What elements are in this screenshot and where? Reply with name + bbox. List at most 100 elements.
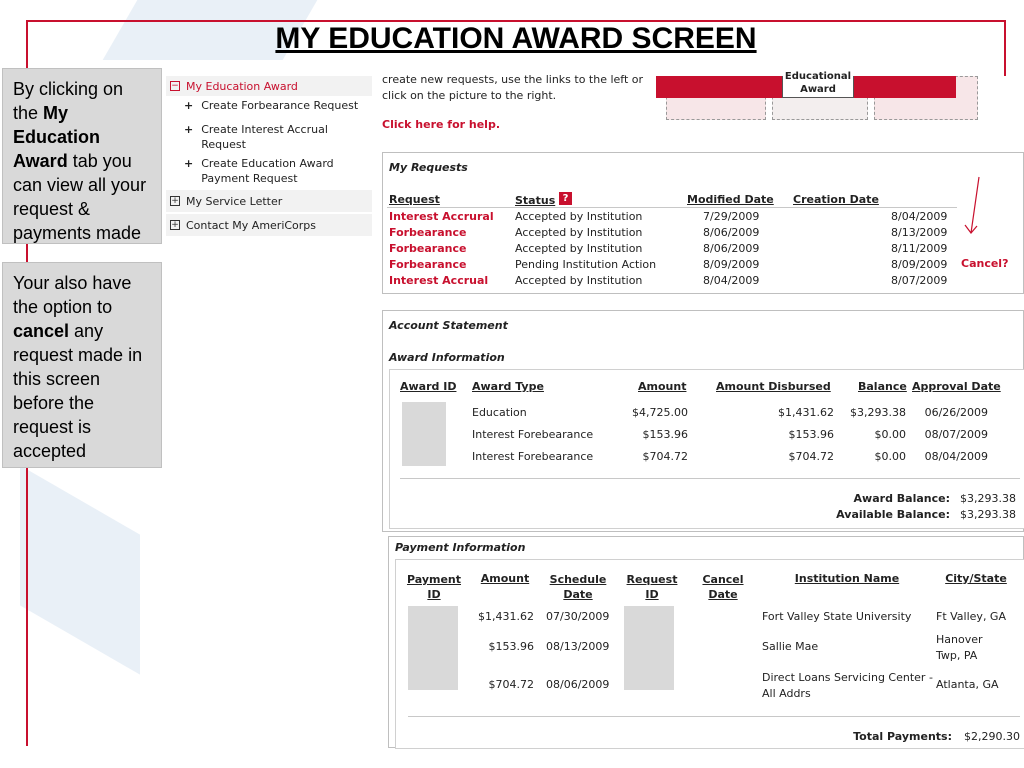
- column-header: Status: [515, 194, 556, 207]
- plus-icon: +: [184, 123, 194, 136]
- request-rows: Interest Accrural Accepted by Institutio…: [389, 209, 949, 289]
- approval-date: 08/04/2009: [924, 450, 988, 463]
- nav-label: My Service Letter: [186, 194, 283, 208]
- nav-contact-my-americorps[interactable]: + Contact My AmeriCorps: [166, 214, 372, 236]
- award-balance-label: Award Balance:: [853, 492, 950, 505]
- help-icon[interactable]: ?: [559, 192, 572, 205]
- column-header: Approval Date: [912, 380, 1001, 393]
- modified-date: 8/06/2009: [703, 226, 760, 239]
- payment-amount: $1,431.62: [478, 610, 534, 623]
- institution-name: Direct Loans Servicing Center -All Addrs: [762, 671, 933, 700]
- award-type: Education: [472, 406, 527, 419]
- table-row[interactable]: Forbearance Accepted by Institution 8/06…: [389, 241, 949, 257]
- plus-icon: +: [184, 157, 194, 170]
- modified-date: 8/09/2009: [703, 258, 760, 271]
- divider: [387, 207, 957, 208]
- arrow-down-icon: [964, 176, 980, 234]
- section-title: My Requests: [389, 161, 468, 174]
- plus-box-icon: +: [170, 220, 180, 230]
- nav-label: Create Interest Accrual Request: [201, 123, 328, 151]
- section-title: Account Statement: [389, 319, 508, 332]
- city-state: Ft Valley, GA: [936, 610, 1006, 623]
- table-row[interactable]: Forbearance Accepted by Institution 8/06…: [389, 225, 949, 241]
- column-header: Institution Name: [794, 572, 900, 585]
- nav-label: My Education Award: [186, 79, 298, 93]
- callout-note-cancel: Your also have the option to cancel any …: [2, 262, 162, 468]
- account-statement-panel: Account Statement Award Information Awar…: [382, 310, 1024, 532]
- nav-create-forbearance-request[interactable]: + Create Forbearance Request: [166, 96, 372, 120]
- nav-create-education-award-payment-request[interactable]: + Create Education Award Payment Request: [166, 154, 356, 188]
- sidebar-nav: − My Education Award + Create Forbearanc…: [166, 76, 372, 236]
- payment-table-box: Payment ID Amount Schedule Date Request …: [395, 559, 1024, 749]
- table-row: Interest Forebearance $153.96 $153.96 $0…: [472, 424, 992, 446]
- request-status: Accepted by Institution: [515, 274, 643, 287]
- divider: [400, 478, 1020, 479]
- award-amount: $704.72: [642, 450, 689, 463]
- table-row[interactable]: Interest Accrural Accepted by Institutio…: [389, 209, 949, 225]
- column-header: Schedule Date: [549, 573, 607, 601]
- award-balance: $0.00: [874, 450, 907, 463]
- award-type: Interest Forebearance: [472, 450, 594, 463]
- plus-icon: +: [184, 99, 194, 112]
- award-balance-value: $3,293.38: [960, 492, 1016, 505]
- column-header: Amount: [480, 572, 530, 585]
- nav-my-education-award[interactable]: − My Education Award: [166, 76, 372, 96]
- table-row[interactable]: Forbearance Pending Institution Action 8…: [389, 257, 949, 273]
- modified-date: 8/06/2009: [703, 242, 760, 255]
- request-status: Accepted by Institution: [515, 242, 643, 255]
- creation-date: 8/09/2009: [891, 258, 948, 271]
- request-name[interactable]: Forbearance: [389, 257, 515, 273]
- creation-date: 8/11/2009: [891, 242, 948, 255]
- award-information-box: Award ID Award Type Amount Amount Disbur…: [389, 369, 1024, 529]
- section-title: Payment Information: [395, 541, 526, 554]
- award-disbursed: $704.72: [788, 450, 835, 463]
- request-name[interactable]: Interest Accrural: [389, 209, 515, 225]
- column-header: Award ID: [400, 380, 457, 393]
- request-name[interactable]: Forbearance: [389, 241, 515, 257]
- column-header: Award Type: [472, 380, 544, 393]
- note-bold: cancel: [13, 321, 70, 341]
- help-link[interactable]: Click here for help.: [382, 118, 500, 131]
- column-header: City/State: [945, 572, 1007, 585]
- institution-name: Sallie Mae: [762, 640, 819, 653]
- column-header: Cancel Date: [702, 573, 744, 601]
- award-balance: $3,293.38: [850, 406, 906, 419]
- city-state: Hanover Twp, PA: [936, 633, 983, 662]
- institution-name: Fort Valley State University: [762, 610, 912, 623]
- slide-title: MY EDUCATION AWARD SCREEN: [275, 22, 757, 55]
- payment-amount: $704.72: [488, 678, 535, 691]
- request-name[interactable]: Interest Accrual: [389, 273, 515, 289]
- column-header: Creation Date: [793, 193, 879, 206]
- table-row[interactable]: Interest Accrual Accepted by Institution…: [389, 273, 949, 289]
- payment-id-redacted: [408, 606, 458, 690]
- award-row: Education $4,725.00 $1,431.62 $3,293.38 …: [472, 402, 992, 468]
- award-disbursed: $1,431.62: [778, 406, 834, 419]
- nav-my-service-letter[interactable]: + My Service Letter: [166, 190, 372, 212]
- modified-date: 8/04/2009: [703, 274, 760, 287]
- request-id-redacted: [624, 606, 674, 690]
- award-amount: $4,725.00: [632, 406, 688, 419]
- divider: [408, 716, 1020, 717]
- column-header: Request: [389, 193, 440, 206]
- request-name[interactable]: Forbearance: [389, 225, 515, 241]
- request-status: Pending Institution Action: [515, 258, 657, 271]
- column-header: Request ID: [626, 573, 678, 601]
- available-balance-label: Available Balance:: [836, 508, 950, 521]
- award-type: Interest Forebearance: [472, 428, 594, 441]
- schedule-date: 08/06/2009: [546, 678, 610, 691]
- award-amount: $153.96: [642, 428, 689, 441]
- column-header: Payment ID: [406, 573, 462, 601]
- approval-date: 06/26/2009: [924, 406, 988, 419]
- nav-label: Create Education Award Payment Request: [201, 157, 334, 185]
- column-header: Amount: [638, 380, 687, 393]
- creation-date: 8/04/2009: [891, 210, 948, 223]
- payment-information-panel: Payment Information Payment ID Amount Sc…: [388, 536, 1024, 749]
- intro-text: create new requests, use the links to th…: [382, 73, 644, 102]
- table-row: Interest Forebearance $704.72 $704.72 $0…: [472, 446, 992, 468]
- schedule-date: 08/13/2009: [546, 640, 610, 653]
- section-subtitle: Award Information: [389, 351, 505, 364]
- cancel-link[interactable]: Cancel?: [961, 257, 1008, 270]
- nav-create-interest-accrual-request[interactable]: + Create Interest Accrual Request: [166, 120, 344, 154]
- column-header: Balance: [858, 380, 907, 393]
- creation-date: 8/13/2009: [891, 226, 948, 239]
